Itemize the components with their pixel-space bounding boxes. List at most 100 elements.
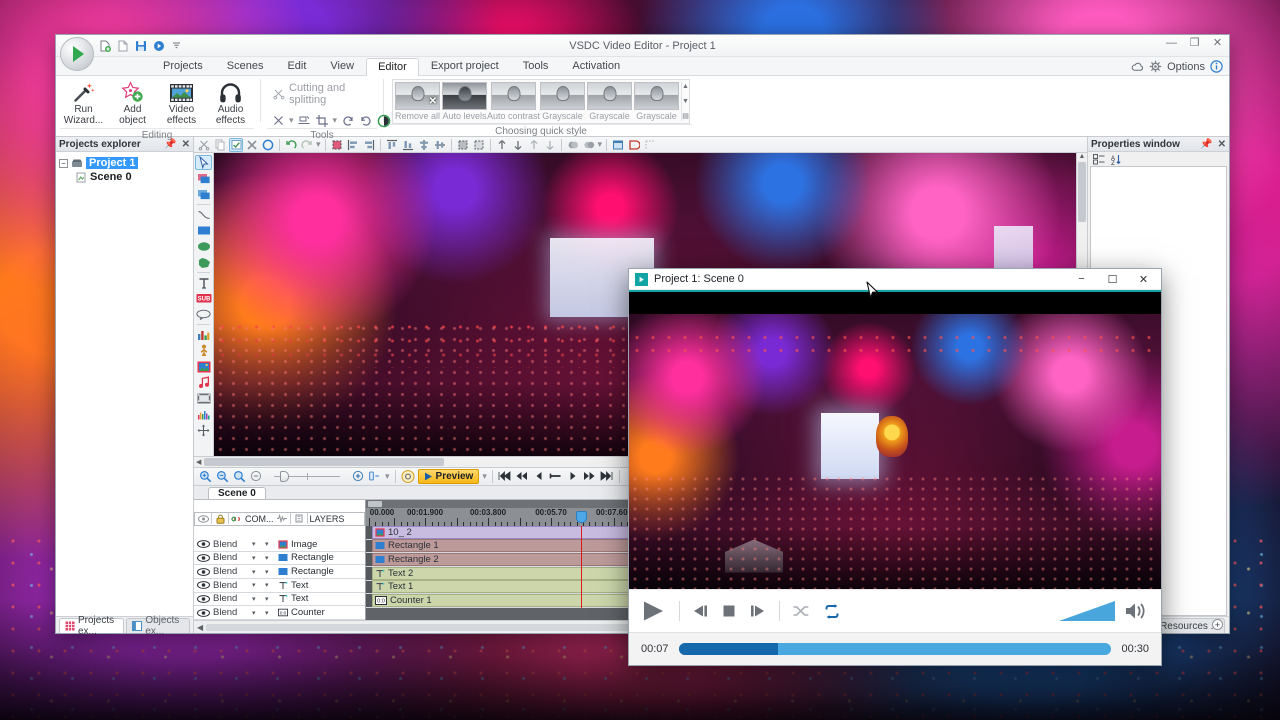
tab-tools[interactable]: Tools	[511, 57, 561, 75]
tab-activation[interactable]: Activation	[560, 57, 632, 75]
spectrum-tool[interactable]	[195, 407, 212, 422]
sprite-tool[interactable]	[195, 171, 212, 186]
center-vertical-icon[interactable]	[433, 138, 447, 152]
blend-mode[interactable]: Blend	[213, 566, 249, 577]
style-grayscale-1[interactable]: Grayscale	[540, 82, 585, 121]
cursor-tool[interactable]	[195, 155, 212, 170]
tab-view[interactable]: View	[318, 57, 366, 75]
skip-start-button[interactable]	[498, 469, 512, 483]
run-wizard-button[interactable]: Run Wizard...	[60, 79, 107, 128]
style-remove-all[interactable]: ✕ Remove all	[395, 82, 440, 121]
style-grayscale-3[interactable]: Grayscale	[634, 82, 679, 121]
scroll-thumb-vertical[interactable]	[1078, 162, 1086, 222]
align-bottom-icon[interactable]	[401, 138, 415, 152]
line-tool[interactable]	[195, 207, 212, 222]
minimize-button[interactable]: —	[1164, 36, 1179, 50]
timeline-tab-scene-0[interactable]: Scene 0	[208, 487, 266, 499]
style-scroll-down-icon[interactable]: ▼	[682, 98, 689, 105]
link-icon[interactable]	[231, 513, 243, 524]
record-icon[interactable]	[401, 469, 415, 483]
timeline-playhead[interactable]	[581, 526, 582, 608]
quick-style-scrollbar[interactable]: ▲ ▼ ▤	[681, 82, 689, 121]
player-video-surface[interactable]	[629, 292, 1161, 589]
polygon-tool[interactable]	[195, 255, 212, 270]
move-down-icon[interactable]	[511, 138, 525, 152]
audio-col-icon[interactable]	[293, 513, 305, 524]
pin-icon[interactable]: 📌	[1200, 139, 1212, 150]
center-horizontal-icon[interactable]	[417, 138, 431, 152]
lock-icon[interactable]	[214, 513, 226, 524]
chevron-down-icon[interactable]: ▾	[252, 568, 262, 576]
volume-control[interactable]	[1059, 600, 1149, 622]
expand-caret-icon[interactable]: ▾	[265, 554, 275, 562]
split-icon[interactable]	[297, 113, 312, 128]
video-tool[interactable]	[195, 391, 212, 406]
timeline-hscroll-thumb[interactable]	[368, 501, 382, 507]
send-back-icon[interactable]	[543, 138, 557, 152]
blend-mode[interactable]: Blend	[213, 593, 249, 604]
chevron-down-icon[interactable]: ▾	[252, 554, 262, 562]
zoom-plus-icon[interactable]	[351, 469, 365, 483]
table-row[interactable]: Blend ▾ ▾ Rectangle	[194, 552, 365, 566]
seek-slider[interactable]	[679, 643, 1112, 655]
next-button[interactable]	[749, 604, 766, 618]
tree-node-project-1[interactable]: − Project 1	[59, 156, 190, 170]
move-tool[interactable]	[195, 423, 212, 438]
zoom-out-icon[interactable]	[215, 469, 229, 483]
text-tool[interactable]	[195, 275, 212, 290]
tab-projects[interactable]: Projects	[151, 57, 215, 75]
table-row[interactable]: Blend ▾ ▾ 0:0 Counter	[194, 606, 365, 620]
fit-width-icon[interactable]	[456, 138, 470, 152]
tab-editor[interactable]: Editor	[366, 58, 419, 76]
preview-dropdown-caret[interactable]: ▾	[482, 471, 487, 482]
add-resource-button[interactable]: +	[1212, 619, 1223, 630]
info-icon[interactable]	[1210, 60, 1223, 73]
zoom-fit-icon[interactable]	[232, 469, 246, 483]
expand-caret-icon[interactable]: ▾	[265, 609, 275, 617]
prev-frame-button[interactable]	[532, 469, 546, 483]
visibility-icon[interactable]	[196, 554, 210, 562]
cloud-icon[interactable]	[1131, 62, 1144, 72]
table-row[interactable]: Blend ▾ ▾ Rectangle	[194, 565, 365, 579]
chevron-down-icon[interactable]: ▾	[252, 540, 262, 548]
style-auto-contrast[interactable]: Auto contrast	[489, 82, 538, 121]
zoom-reset-icon[interactable]	[368, 469, 382, 483]
zoom-dropdown-caret[interactable]: ▾	[385, 471, 390, 482]
visibility-icon[interactable]	[196, 568, 210, 576]
open-project-icon[interactable]	[116, 39, 129, 52]
audio-effects-button[interactable]: Audio effects	[207, 79, 254, 128]
scene-tool[interactable]	[195, 187, 212, 202]
tab-export-project[interactable]: Export project	[419, 57, 511, 75]
next-frame-button[interactable]	[566, 469, 580, 483]
crop-dropdown-caret[interactable]: ▾	[333, 115, 338, 126]
video-effects-button[interactable]: Video effects	[158, 79, 205, 128]
play-button[interactable]	[641, 600, 666, 622]
style-scroll-up-icon[interactable]: ▲	[682, 83, 689, 90]
expand-caret-icon[interactable]: ▾	[265, 581, 275, 589]
visibility-icon[interactable]	[197, 513, 209, 524]
mask-icon[interactable]	[627, 138, 641, 152]
expand-caret-icon[interactable]: ▾	[265, 568, 275, 576]
visibility-icon[interactable]	[196, 595, 210, 603]
scroll-up-icon[interactable]: ▲	[1079, 153, 1086, 160]
fit-height-icon[interactable]	[472, 138, 486, 152]
table-row[interactable]: Blend ▾ ▾ Image	[194, 538, 365, 552]
skip-end-button[interactable]	[600, 469, 614, 483]
scroll-left-icon[interactable]: ◀	[196, 458, 201, 466]
rotate-right-icon[interactable]	[358, 113, 373, 128]
crop-icon[interactable]	[315, 113, 330, 128]
add-object-button[interactable]: Add object	[109, 79, 156, 128]
previous-button[interactable]	[692, 604, 709, 618]
timeline-cursor-handle[interactable]	[576, 511, 587, 523]
close-button[interactable]: ✕	[1210, 36, 1225, 50]
bring-front-icon[interactable]	[527, 138, 541, 152]
zoom-minus-icon[interactable]	[249, 469, 263, 483]
new-project-icon[interactable]	[98, 39, 111, 52]
subtitle-tool[interactable]: SUB	[195, 291, 212, 306]
tab-scenes[interactable]: Scenes	[215, 57, 276, 75]
repeat-button[interactable]	[823, 604, 841, 619]
image-tool[interactable]	[195, 359, 212, 374]
style-more-icon[interactable]: ▤	[682, 112, 689, 120]
ungroup-icon[interactable]	[582, 138, 596, 152]
alphabetical-sort-icon[interactable]: AZ	[1109, 153, 1122, 165]
